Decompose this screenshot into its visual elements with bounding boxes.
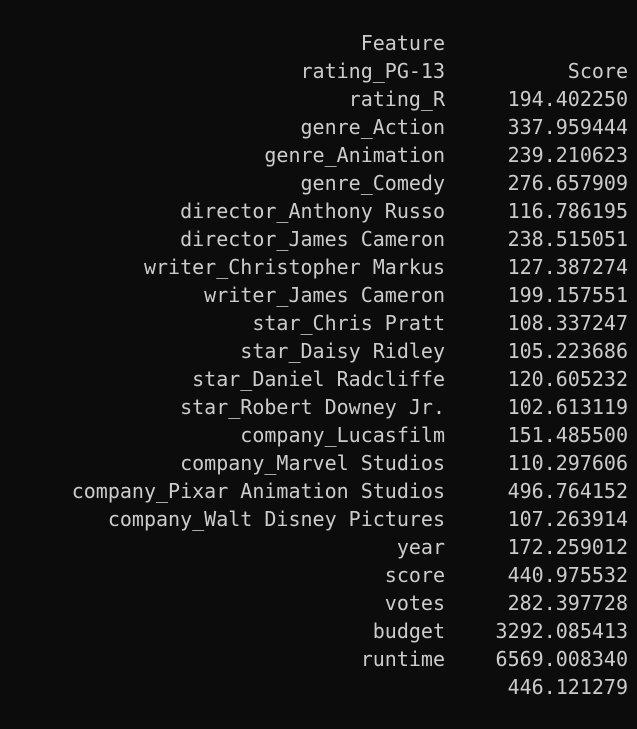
table-row: director_James Cameron 127.387274 [0,197,637,279]
table-row: votes 3292.085413 [0,561,637,643]
table-row: director_Anthony Russo 238.515051 [0,169,637,251]
table-row: star_Daisy Ridley 120.605232 [0,309,637,391]
table-row: company_Lucasfilm 110.297606 [0,393,637,475]
table-row: budget 6569.008340 [0,589,637,671]
table-row: genre_Animation 276.657909 [0,113,637,195]
score-cell: 446.121279 [507,675,628,699]
table-row: year 440.975532 [0,505,637,587]
terminal-output: Feature Score rating_PG-13 194.402250 ra… [0,0,637,699]
table-row: rating_R 337.959444 [0,57,637,139]
table-header-row: Feature Score [0,1,637,83]
table-row: star_Daniel Radcliffe 102.613119 [0,337,637,419]
table-row: company_Pixar Animation Studios 107.2639… [0,449,637,531]
score-cell: 6569.008340 [495,647,628,671]
table-row: writer_Christopher Markus 199.157551 [0,225,637,307]
table-row: genre_Action 239.210623 [0,85,637,167]
table-row: genre_Comedy 116.786195 [0,141,637,223]
table-row: star_Chris Pratt 105.223686 [0,281,637,363]
table-row: company_Marvel Studios 496.764152 [0,421,637,503]
table-row: writer_James Cameron 108.337247 [0,253,637,335]
table-row: star_Robert Downey Jr. 151.485500 [0,365,637,447]
table-row: runtime 446.121279 [0,617,637,699]
feature-cell: runtime [360,647,445,671]
table-row: company_Walt Disney Pictures 172.259012 [0,477,637,559]
feature-score-table: Feature Score rating_PG-13 194.402250 ra… [0,1,637,699]
table-row: score 282.397728 [0,533,637,615]
table-row: rating_PG-13 194.402250 [0,29,637,111]
